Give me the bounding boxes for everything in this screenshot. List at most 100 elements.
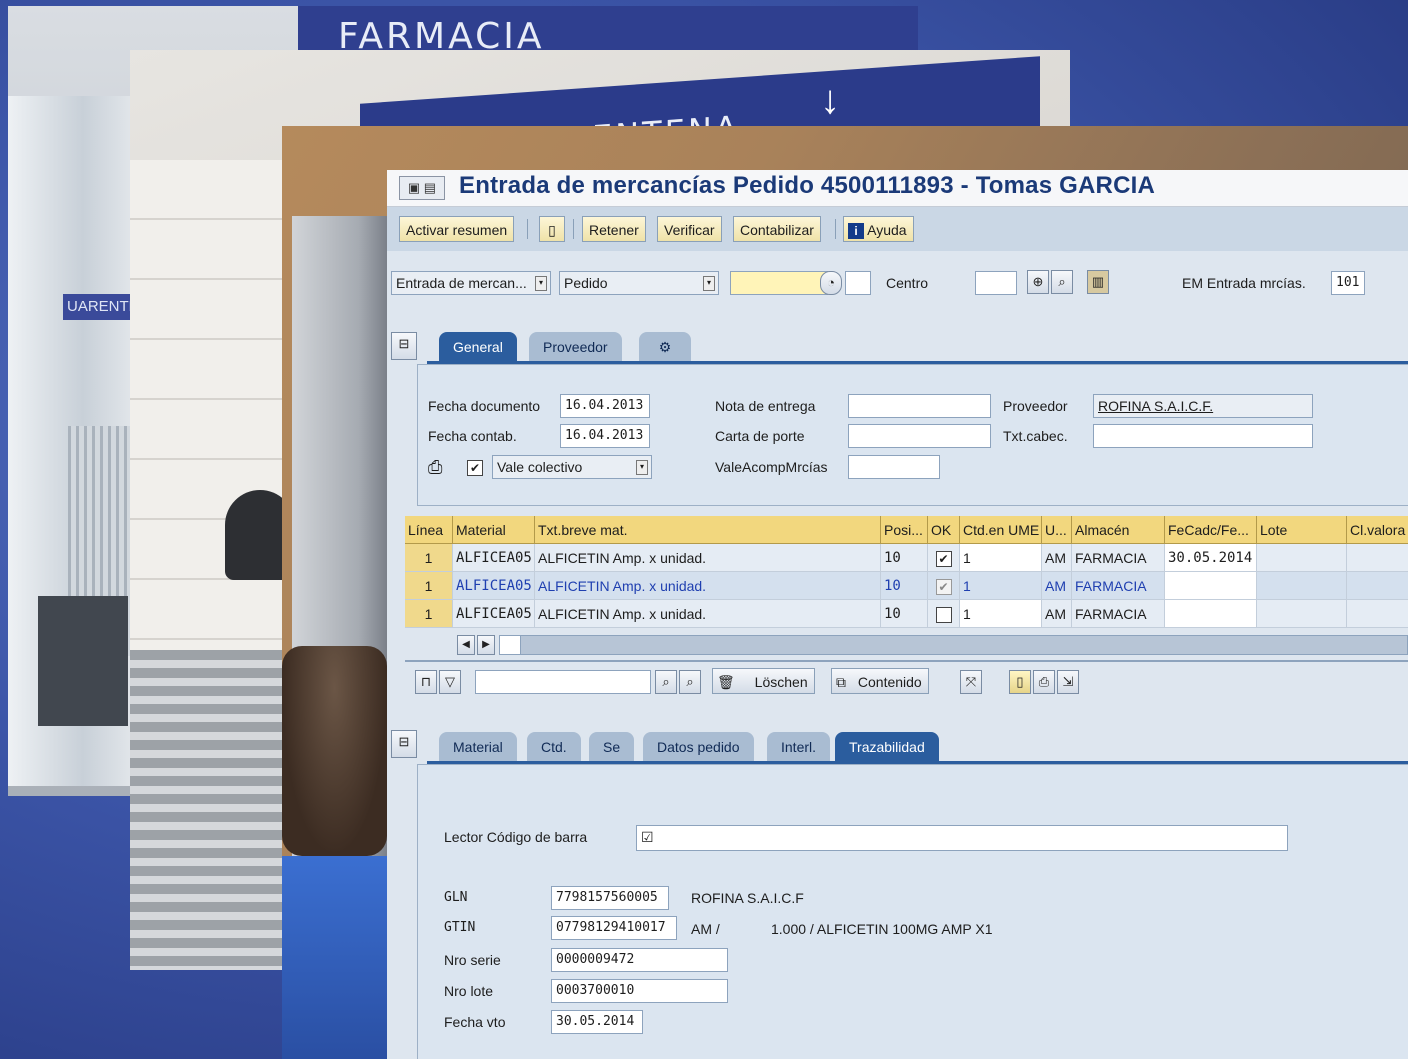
lote-input[interactable]: 0003700010 [551, 979, 728, 1003]
tab-interl[interactable]: Interl. [767, 732, 831, 762]
scroll-left-icon[interactable]: ◀ [457, 635, 475, 655]
horizontal-scrollbar[interactable] [499, 635, 1408, 655]
scroll-right-icon[interactable]: ▶ [477, 635, 495, 655]
cell-lote[interactable] [1257, 600, 1347, 628]
cell-ok[interactable]: ✔ [928, 572, 960, 600]
tab-proveedor[interactable]: Proveedor [529, 332, 622, 362]
search-help-icon[interactable]: ◔ [820, 271, 842, 295]
cell-fecha[interactable]: 30.05.2014 [1165, 544, 1257, 572]
loschen-button[interactable]: 🗑 Löschen [712, 668, 815, 694]
cell-fecha[interactable] [1165, 572, 1257, 600]
cell-lote[interactable] [1257, 572, 1347, 600]
print-checkbox[interactable]: ✔ [467, 455, 483, 479]
column-header[interactable]: Material [453, 516, 535, 544]
print-preview-icon[interactable]: ⎙ [1033, 670, 1055, 694]
cell-cl[interactable] [1347, 600, 1408, 628]
find-next-icon[interactable]: ⌕ [679, 670, 701, 694]
execute-icon[interactable]: ⊕ [1027, 270, 1049, 294]
tab-datos-pedido[interactable]: Datos pedido [643, 732, 754, 762]
vale-select[interactable]: Vale colectivo ▾ [492, 455, 652, 479]
order-number-input[interactable] [730, 271, 828, 295]
cell-fecha[interactable] [1165, 600, 1257, 628]
fecha-documento-input[interactable]: 16.04.2013 [560, 394, 650, 418]
lock-icon[interactable]: ⊓ [415, 670, 437, 694]
cell-lote[interactable] [1257, 544, 1347, 572]
vale-acomp-input[interactable] [848, 455, 940, 479]
ok-checkbox[interactable]: ✔ [935, 551, 952, 568]
cell-ok[interactable]: ✔ [928, 544, 960, 572]
retener-button[interactable]: Retener [582, 216, 646, 242]
em-input[interactable]: 101 [1331, 271, 1365, 295]
txt-cabec-input[interactable] [1093, 424, 1313, 448]
hold-icon[interactable]: ▥ [1087, 270, 1109, 294]
contabilizar-button[interactable]: Contabilizar [733, 216, 821, 242]
gln-input[interactable]: 7798157560005 [551, 886, 669, 910]
vto-input[interactable]: 30.05.2014 [551, 1010, 643, 1034]
transaction-select[interactable]: Entrada de mercan... ▾ [391, 271, 551, 295]
serie-input[interactable]: 0000009472 [551, 948, 728, 972]
column-header[interactable]: U... [1042, 516, 1072, 544]
cell-texto[interactable]: ALFICETIN Amp. x unidad. [535, 600, 881, 628]
tab-general[interactable]: General [439, 332, 517, 362]
new-document-icon[interactable]: ▯ [539, 216, 565, 242]
column-header[interactable]: Cl.valora [1347, 516, 1408, 544]
ayuda-button[interactable]: i Ayuda [843, 216, 914, 242]
tab-trazabilidad[interactable]: Trazabilidad [835, 732, 939, 762]
filter-icon[interactable]: ▽ [439, 670, 461, 694]
tab-ctd[interactable]: Ctd. [527, 732, 581, 762]
collapse-header-icon[interactable]: ⊟ [391, 332, 417, 360]
ok-checkbox[interactable] [935, 607, 952, 624]
contenido-button[interactable]: ⧉ Contenido [831, 668, 929, 694]
find-icon[interactable]: ⌕ [1051, 270, 1073, 294]
column-header[interactable]: Línea [405, 516, 453, 544]
ok-checkbox[interactable]: ✔ [935, 579, 952, 596]
fecha-contab-input[interactable]: 16.04.2013 [560, 424, 650, 448]
cell-cl[interactable] [1347, 572, 1408, 600]
cell-almacen[interactable]: FARMACIA [1072, 572, 1165, 600]
column-header[interactable]: Almacén [1072, 516, 1165, 544]
gtin-input[interactable]: 07798129410017 [551, 916, 677, 940]
cell-ctd[interactable]: 1 [960, 600, 1042, 628]
table-row[interactable]: 1 ALFICEA05 ALFICETIN Amp. x unidad. 10 … [405, 544, 1408, 572]
reference-select[interactable]: Pedido ▾ [559, 271, 719, 295]
transaction-icon[interactable]: ▣ ▤ [399, 176, 445, 200]
cell-texto[interactable]: ALFICETIN Amp. x unidad. [535, 572, 881, 600]
item-input[interactable] [475, 670, 651, 694]
table-row[interactable]: 1 ALFICEA05 ALFICETIN Amp. x unidad. 10 … [405, 600, 1408, 628]
tab-material[interactable]: Material [439, 732, 517, 762]
cell-ctd[interactable]: 1 [960, 572, 1042, 600]
column-header[interactable]: Ctd.en UME [960, 516, 1042, 544]
note-icon[interactable]: ▯ [1009, 670, 1031, 694]
column-header[interactable]: Lote [1257, 516, 1347, 544]
order-input-tail[interactable] [845, 271, 871, 295]
table-row[interactable]: 1 ALFICEA05 ALFICETIN Amp. x unidad. 10 … [405, 572, 1408, 600]
cell-texto[interactable]: ALFICETIN Amp. x unidad. [535, 544, 881, 572]
column-header[interactable]: Posi... [881, 516, 928, 544]
collapse-detail-icon[interactable]: ⊟ [391, 730, 417, 758]
cell-material[interactable]: ALFICEA05 [453, 544, 535, 572]
printer-icon[interactable]: ⎙ [428, 455, 442, 479]
verificar-button[interactable]: Verificar [657, 216, 722, 242]
cell-material[interactable]: ALFICEA05 [453, 600, 535, 628]
cell-cl[interactable] [1347, 544, 1408, 572]
cell-almacen[interactable]: FARMACIA [1072, 544, 1165, 572]
find-icon[interactable]: ⌕ [655, 670, 677, 694]
scrollbar-thumb[interactable] [500, 636, 521, 654]
cell-ok[interactable] [928, 600, 960, 628]
tab-se[interactable]: Se [589, 732, 635, 762]
tab-details[interactable]: ⚙ [639, 332, 691, 362]
expand-icon[interactable]: ⤧ [960, 670, 982, 694]
column-header[interactable]: Txt.breve mat. [535, 516, 881, 544]
cell-almacen[interactable]: FARMACIA [1072, 600, 1165, 628]
export-icon[interactable]: ⇲ [1057, 670, 1079, 694]
column-header[interactable]: FeCadc/Fe... [1165, 516, 1257, 544]
table-divider [405, 660, 1408, 662]
column-header[interactable]: OK [928, 516, 960, 544]
carta-porte-input[interactable] [848, 424, 991, 448]
cell-material[interactable]: ALFICEA05 [453, 572, 535, 600]
nota-entrega-input[interactable] [848, 394, 991, 418]
centro-input[interactable] [975, 271, 1017, 295]
cell-ctd[interactable]: 1 [960, 544, 1042, 572]
lector-input[interactable]: ☑ [636, 825, 1288, 851]
activar-resumen-button[interactable]: Activar resumen [399, 216, 515, 242]
